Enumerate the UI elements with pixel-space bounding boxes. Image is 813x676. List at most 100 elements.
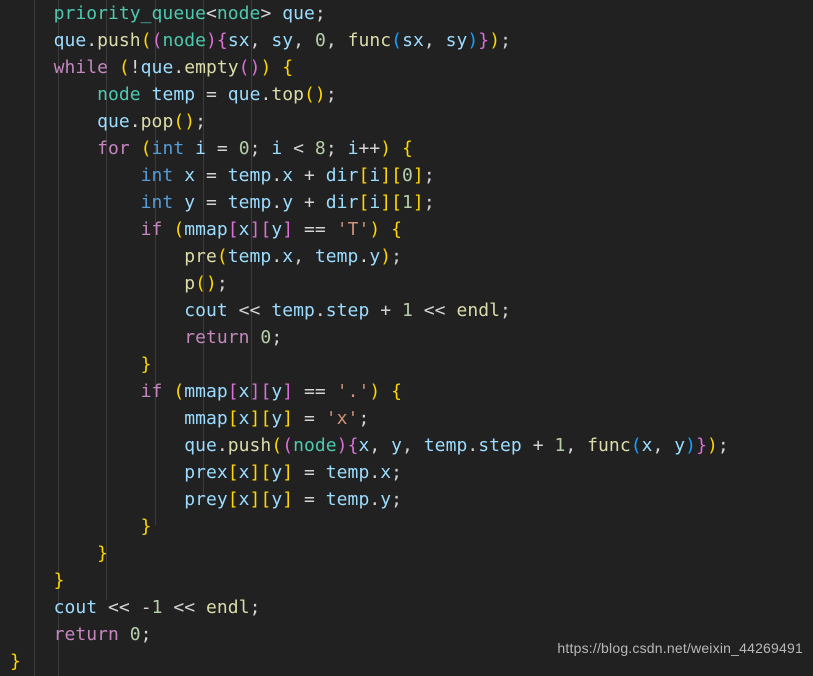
code-token: int (140, 192, 174, 213)
code-token: 'T' (336, 219, 370, 240)
code-line[interactable]: prex[x][y] = temp.x; (0, 459, 813, 486)
code-token: if (140, 219, 163, 240)
code-line[interactable]: while (!que.empty()) { (0, 54, 813, 81)
code-line[interactable]: node temp = que.top(); (0, 81, 813, 108)
code-token: [ (227, 462, 239, 483)
code-token: 0 (402, 165, 413, 186)
code-token: ; (249, 138, 272, 159)
code-token: y (271, 219, 283, 240)
code-token: temp (423, 435, 468, 456)
code-token: x (238, 219, 250, 240)
code-token: ; (271, 327, 283, 348)
code-token: x (238, 462, 250, 483)
code-line[interactable]: mmap[x][y] = 'x'; (0, 405, 813, 432)
code-token: x (380, 462, 392, 483)
code-line[interactable]: int x = temp.x + dir[i][0]; (0, 162, 813, 189)
code-line[interactable]: for (int i = 0; i < 8; i++) { (0, 135, 813, 162)
code-token: ) (685, 435, 697, 456)
code-line[interactable]: if (mmap[x][y] == 'T') { (0, 216, 813, 243)
code-token: ) (206, 30, 217, 51)
code-token: << (97, 597, 141, 618)
code-token: } (478, 30, 490, 51)
code-token: ( (216, 246, 228, 267)
code-token: ( (151, 30, 163, 51)
code-token: y (282, 192, 294, 213)
code-token: { (282, 57, 294, 78)
code-token: ! (129, 57, 141, 78)
code-token: temp (325, 489, 370, 510)
code-token: y (271, 381, 283, 402)
code-token: , (369, 435, 392, 456)
code-token: ; (500, 300, 511, 321)
code-token: y (391, 435, 403, 456)
code-token: priority_queue (53, 3, 206, 24)
code-token: [ (227, 381, 239, 402)
code-token: x (282, 246, 294, 267)
code-line[interactable]: pre(temp.x, temp.y); (0, 243, 813, 270)
code-token: ] (380, 165, 392, 186)
code-token: ) (380, 138, 392, 159)
code-token: < (282, 138, 315, 159)
code-token: x (184, 165, 196, 186)
code-line[interactable]: return 0; (0, 324, 813, 351)
code-line[interactable]: que.push((node){x, y, temp.step + 1, fun… (0, 432, 813, 459)
code-token: ] (282, 219, 294, 240)
code-token: temp (271, 300, 315, 321)
code-line[interactable]: priority_queue<node> que; (0, 0, 813, 27)
code-line[interactable]: cout << temp.step + 1 << endl; (0, 297, 813, 324)
code-line[interactable]: prey[x][y] = temp.y; (0, 486, 813, 513)
code-line[interactable]: p(); (0, 270, 813, 297)
code-token: ( (304, 84, 315, 105)
code-token: y (369, 246, 381, 267)
code-token: cout (184, 300, 228, 321)
code-token: 1 (151, 597, 163, 618)
code-token: step (325, 300, 370, 321)
code-token: } (140, 354, 152, 375)
code-token: ] (412, 192, 424, 213)
code-token: que (184, 435, 217, 456)
code-line[interactable]: que.pop(); (0, 108, 813, 135)
code-token: mmap (184, 408, 228, 429)
code-token: [ (227, 219, 239, 240)
code-token: push (97, 30, 141, 51)
code-token: 1 (554, 435, 566, 456)
code-line[interactable]: } (0, 567, 813, 594)
code-token: 1 (402, 192, 413, 213)
code-token: 8 (314, 138, 326, 159)
code-token: ) (314, 84, 326, 105)
code-editor[interactable]: priority_queue<node> que; que.push((node… (0, 0, 813, 676)
code-token: , (249, 30, 272, 51)
code-line[interactable]: } (0, 513, 813, 540)
code-token: ) (369, 381, 381, 402)
code-token: << (162, 597, 207, 618)
code-token: } (696, 435, 707, 456)
code-token: > (260, 3, 272, 24)
code-token: ++ (358, 138, 381, 159)
code-line[interactable]: } (0, 351, 813, 378)
code-token: ( (238, 57, 250, 78)
code-content[interactable]: priority_queue<node> que; que.push((node… (0, 0, 813, 675)
code-line[interactable]: if (mmap[x][y] == '.') { (0, 378, 813, 405)
code-token: prey (184, 489, 228, 510)
code-token: ; (325, 84, 337, 105)
code-line[interactable]: cout << -1 << endl; (0, 594, 813, 621)
code-token: temp (227, 192, 272, 213)
code-line[interactable]: que.push((node){sx, sy, 0, func(sx, sy)}… (0, 27, 813, 54)
code-line[interactable]: int y = temp.y + dir[i][1]; (0, 189, 813, 216)
code-token: [ (227, 408, 239, 429)
code-token: ; (314, 3, 326, 24)
code-line[interactable]: } (0, 540, 813, 567)
code-token: ; (500, 30, 511, 51)
code-token: = (195, 192, 228, 213)
code-token: = (293, 408, 326, 429)
code-token: ( (140, 138, 152, 159)
